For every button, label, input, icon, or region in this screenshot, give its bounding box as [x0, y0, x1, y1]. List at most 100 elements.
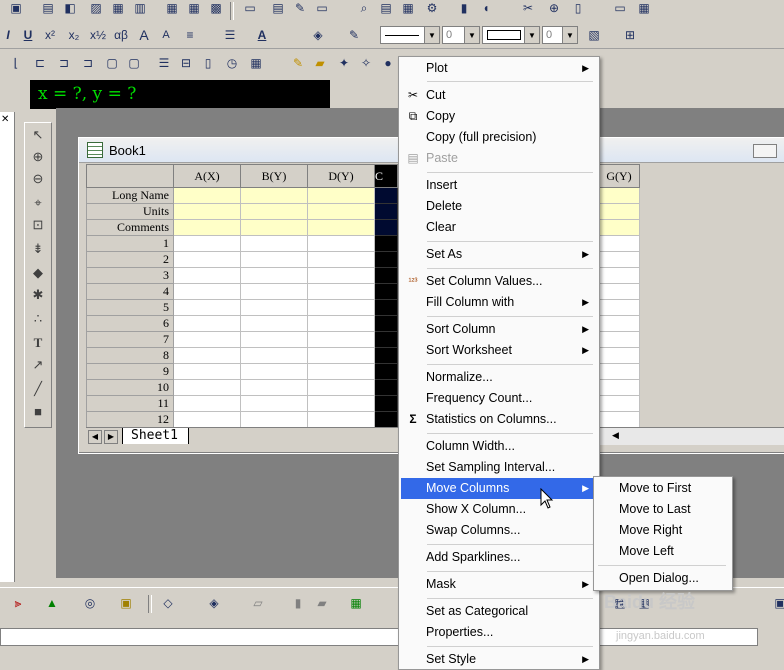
plot-icon[interactable]: ◖	[478, 0, 494, 16]
worksheet-icon[interactable]: ▦	[164, 0, 180, 16]
menu-item-mask[interactable]: Mask ▶	[401, 574, 595, 595]
superscript-icon[interactable]: x²	[42, 27, 58, 43]
draw-data-tool-icon[interactable]: ◆	[28, 263, 48, 283]
cell[interactable]	[374, 187, 398, 204]
cell[interactable]	[598, 363, 640, 380]
cell[interactable]	[598, 251, 640, 268]
menu-item-paste[interactable]: ▤ Paste	[401, 148, 595, 169]
data-reader-tool-icon[interactable]: ⊡	[28, 215, 48, 235]
cell[interactable]	[307, 203, 375, 220]
row-number[interactable]: 3	[86, 267, 174, 284]
row-number[interactable]: 8	[86, 347, 174, 364]
font-size-down-icon[interactable]: A	[158, 27, 174, 43]
submenu-item-move-to-first[interactable]: Move to First	[596, 478, 728, 499]
cell[interactable]	[307, 411, 375, 428]
cell[interactable]	[598, 203, 640, 220]
menu-item-properties[interactable]: Properties...	[401, 622, 595, 643]
cell[interactable]	[173, 411, 241, 428]
list-icon[interactable]: ☰	[222, 27, 238, 43]
row-number[interactable]: 6	[86, 315, 174, 332]
menu-item-move-columns[interactable]: Move Columns ▶	[401, 478, 595, 499]
tab-sheet1[interactable]: Sheet1	[122, 428, 189, 444]
grid-icon[interactable]: ▦	[636, 0, 652, 16]
menu-item-clear[interactable]: Clear	[401, 217, 595, 238]
column-icon[interactable]: ▢	[126, 55, 142, 71]
cell[interactable]	[374, 411, 398, 428]
menu-item-sort-column[interactable]: Sort Column ▶	[401, 319, 595, 340]
row-label[interactable]: Units	[86, 203, 174, 220]
border-style-combo[interactable]: ▼	[482, 26, 540, 44]
edit-icon[interactable]: ✎	[292, 0, 308, 16]
line-width-combo[interactable]: 0 ▼	[442, 26, 480, 44]
cell[interactable]	[307, 395, 375, 412]
subscript-icon[interactable]: x₂	[66, 27, 82, 43]
cell[interactable]	[598, 235, 640, 252]
menu-item-delete[interactable]: Delete	[401, 196, 595, 217]
row-number[interactable]: 2	[86, 251, 174, 268]
align-left-icon[interactable]: ⌊	[8, 55, 24, 71]
frame-icon[interactable]: ▢	[104, 55, 120, 71]
wall-icon[interactable]: ▱	[250, 595, 266, 611]
cell[interactable]	[598, 379, 640, 396]
row-number[interactable]: 4	[86, 283, 174, 300]
contour-icon[interactable]: ▲	[44, 595, 60, 611]
align-top-icon[interactable]: ⊏	[32, 55, 48, 71]
underline-icon[interactable]: U	[20, 27, 36, 43]
menu-item-swap-columns[interactable]: Swap Columns...	[401, 520, 595, 541]
menu-item-insert[interactable]: Insert	[401, 175, 595, 196]
line-color-icon[interactable]: ✎	[346, 27, 362, 43]
print-icon[interactable]: ▭	[242, 0, 258, 16]
column-header[interactable]: A(X)	[173, 164, 241, 188]
submenu-item-move-to-last[interactable]: Move to Last	[596, 499, 728, 520]
line-tool-icon[interactable]: ╱	[28, 379, 48, 399]
cell[interactable]	[307, 235, 375, 252]
cell[interactable]	[173, 235, 241, 252]
cell[interactable]	[374, 219, 398, 236]
cell[interactable]	[374, 235, 398, 252]
corner-cell[interactable]	[86, 164, 174, 188]
import-icon[interactable]: ◧	[62, 0, 78, 16]
bulb-icon[interactable]: ●	[380, 55, 396, 71]
pivot-icon[interactable]: ⊟	[178, 55, 194, 71]
minimize-button[interactable]	[753, 144, 777, 158]
text-tool-icon[interactable]: T	[28, 333, 48, 353]
menu-item-fill-column-with[interactable]: Fill Column with ▶	[401, 292, 595, 313]
greek-icon[interactable]: αβ	[113, 27, 129, 43]
cell[interactable]	[374, 395, 398, 412]
cell[interactable]	[307, 283, 375, 300]
cell[interactable]	[240, 283, 308, 300]
menu-item-plot[interactable]: Plot ▶	[401, 58, 595, 79]
border-icon[interactable]: ⊞	[622, 27, 638, 43]
ribbon-icon[interactable]: ▰	[314, 595, 330, 611]
plot-type-icon[interactable]: ⫸	[10, 595, 26, 611]
table-icon[interactable]: ▦	[248, 55, 264, 71]
cell[interactable]	[374, 379, 398, 396]
cell[interactable]	[374, 347, 398, 364]
tab-scroll-right-icon[interactable]: ▶	[104, 430, 118, 444]
cell[interactable]	[173, 347, 241, 364]
cell[interactable]	[374, 363, 398, 380]
cell[interactable]	[307, 315, 375, 332]
pattern-icon[interactable]: ▧	[586, 27, 602, 43]
horizontal-scrollbar[interactable]: ◀	[600, 427, 784, 445]
floppy-icon[interactable]: ▦	[110, 0, 126, 16]
cell[interactable]	[374, 203, 398, 220]
align-right-icon[interactable]: ⊐	[80, 55, 96, 71]
cell[interactable]	[598, 267, 640, 284]
cell[interactable]	[240, 347, 308, 364]
menu-item-set-sampling-interval[interactable]: Set Sampling Interval...	[401, 457, 595, 478]
cell[interactable]	[307, 363, 375, 380]
menu-item-normalize[interactable]: Normalize...	[401, 367, 595, 388]
points-tool-icon[interactable]: ∴	[28, 309, 48, 329]
polar-icon[interactable]: ◎	[82, 595, 98, 611]
cell[interactable]	[307, 219, 375, 236]
notes-icon[interactable]: ▤	[270, 0, 286, 16]
close-icon[interactable]: ✕	[1, 114, 9, 125]
cell[interactable]	[374, 315, 398, 332]
cell[interactable]	[173, 395, 241, 412]
cell[interactable]	[307, 347, 375, 364]
cell[interactable]	[173, 283, 241, 300]
layout-fill-icon[interactable]: ▣	[772, 595, 784, 611]
cell[interactable]	[598, 299, 640, 316]
menu-item-add-sparklines[interactable]: Add Sparklines...	[401, 547, 595, 568]
